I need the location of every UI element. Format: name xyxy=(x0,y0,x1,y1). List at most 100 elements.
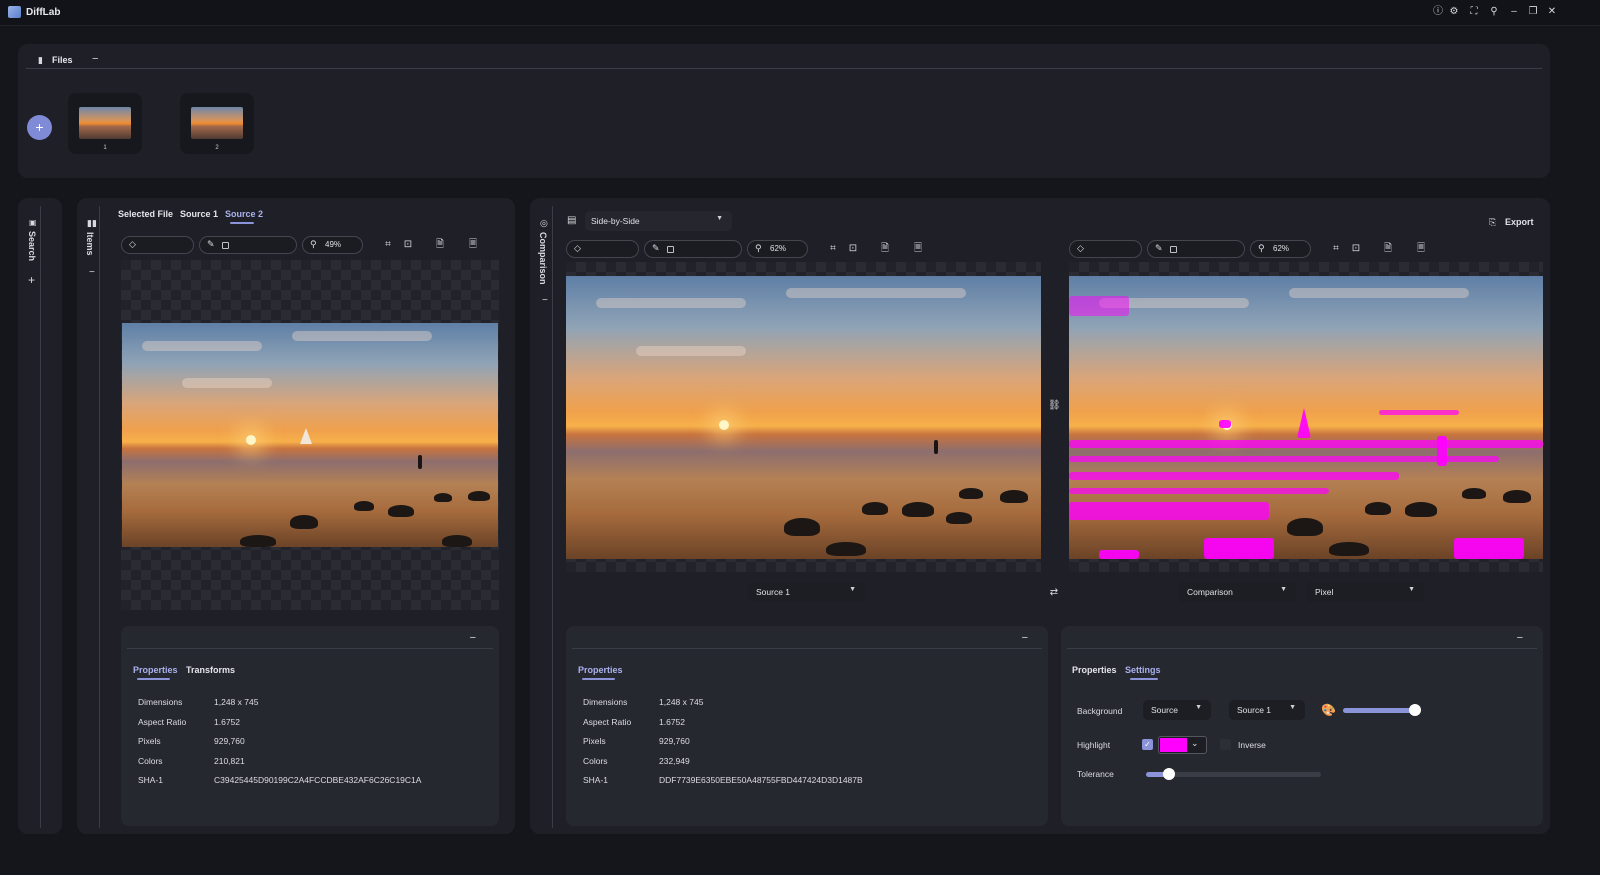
properties-collapse-button[interactable]: − xyxy=(1022,632,1028,644)
gear-icon[interactable]: ⚙ xyxy=(1448,6,1460,18)
chevron-down-icon: ▼ xyxy=(1280,586,1287,593)
prop-value: C39425445D90199C2A4FCCDBE432AF6C26C19C1A xyxy=(214,775,422,785)
inverse-label: Inverse xyxy=(1238,740,1266,750)
comparison-panel-icon: ◎ xyxy=(540,218,548,228)
search-label[interactable]: Search xyxy=(27,231,37,261)
zoom-icon: ⚲ xyxy=(310,239,317,249)
items-panel-icon: ▮▮ xyxy=(87,218,97,228)
inverse-checkbox[interactable] xyxy=(1220,739,1231,750)
zoom-field[interactable]: ⚲ 49% xyxy=(302,236,363,254)
prop-label: Aspect Ratio xyxy=(138,717,187,727)
background-dropdown[interactable]: Source ▼ xyxy=(1143,700,1211,720)
export-icon: ⎘ xyxy=(1489,217,1497,227)
highlight-color-picker[interactable]: ⌄ xyxy=(1158,736,1207,754)
tab-settings[interactable]: Settings xyxy=(1125,665,1161,675)
swatch-icon xyxy=(1170,246,1177,253)
fit-icon[interactable]: ⌗ xyxy=(1330,243,1342,255)
zoom-value: 49% xyxy=(325,240,342,249)
tab-selected-file[interactable]: Selected File xyxy=(118,209,173,219)
shape-selector[interactable]: ◇ xyxy=(121,236,194,254)
tolerance-slider[interactable] xyxy=(1146,768,1321,780)
divider xyxy=(572,648,1042,649)
copy-image-icon[interactable]: 🗏 xyxy=(1415,243,1427,255)
tolerance-label: Tolerance xyxy=(1077,769,1114,779)
copy-image-icon[interactable]: 🗏 xyxy=(467,239,479,251)
diff-region xyxy=(1204,538,1274,559)
export-button[interactable]: Export xyxy=(1505,217,1534,227)
minimize-icon[interactable]: – xyxy=(1508,6,1520,18)
color-picker-field[interactable]: ✎ xyxy=(644,240,742,258)
diff-method-dropdown[interactable]: Pixel ▼ xyxy=(1307,582,1424,602)
diff-region xyxy=(1379,410,1459,415)
file-thumbnail[interactable]: 2 xyxy=(180,93,254,154)
divider xyxy=(99,206,100,828)
swatch-icon xyxy=(222,242,229,249)
swatch-icon xyxy=(667,246,674,253)
pin-icon[interactable]: ⚲ xyxy=(1488,6,1500,18)
prop-value: 232,949 xyxy=(659,756,690,766)
eyedropper-icon: ✎ xyxy=(207,239,215,249)
tab-properties[interactable]: Properties xyxy=(133,665,178,675)
file-thumbnail[interactable]: 1 xyxy=(68,93,142,154)
highlight-color-swatch xyxy=(1160,738,1187,752)
close-icon[interactable]: ✕ xyxy=(1546,6,1558,18)
files-collapse-button[interactable]: − xyxy=(92,53,98,65)
zoom-field[interactable]: ⚲ 62% xyxy=(1250,240,1311,258)
actual-size-icon[interactable]: ⊡ xyxy=(402,239,414,251)
swap-icon[interactable]: ⇄ xyxy=(1048,587,1060,599)
info-icon[interactable]: ⓘ xyxy=(1432,6,1444,18)
items-label[interactable]: Items xyxy=(85,232,95,256)
comparison-image xyxy=(1069,276,1543,559)
slider-handle[interactable] xyxy=(1162,768,1175,780)
actual-size-icon[interactable]: ⊡ xyxy=(847,243,859,255)
color-picker-field[interactable]: ✎ xyxy=(1147,240,1245,258)
unlink-icon[interactable]: ⛓ xyxy=(1048,400,1061,412)
diff-region xyxy=(1069,296,1129,316)
prop-label: SHA-1 xyxy=(138,775,164,785)
left-source-dropdown[interactable]: Source 1 ▼ xyxy=(748,582,865,602)
diff-region xyxy=(1069,488,1329,494)
color-picker-field[interactable]: ✎ xyxy=(199,236,297,254)
diff-region xyxy=(1099,550,1139,559)
comparison-label[interactable]: Comparison xyxy=(538,232,548,285)
fullscreen-icon[interactable]: ⛶ xyxy=(1468,6,1480,18)
settings-collapse-button[interactable]: − xyxy=(1517,632,1523,644)
highlight-checkbox[interactable]: ✓ xyxy=(1142,739,1153,750)
mode-dropdown[interactable]: Side-by-Side ▼ xyxy=(585,211,732,231)
actual-size-icon[interactable]: ⊡ xyxy=(1350,243,1362,255)
eyedropper-icon: ✎ xyxy=(1155,243,1163,253)
fit-icon[interactable]: ⌗ xyxy=(382,239,394,251)
shape-selector[interactable]: ◇ xyxy=(1069,240,1142,258)
slider-handle[interactable] xyxy=(1408,704,1421,716)
save-image-icon[interactable]: 🗎 xyxy=(1382,243,1394,255)
tab-properties[interactable]: Properties xyxy=(1072,665,1117,675)
fit-icon[interactable]: ⌗ xyxy=(827,243,839,255)
search-add-button[interactable]: + xyxy=(28,273,35,287)
prop-label: Colors xyxy=(583,756,608,766)
tab-transforms[interactable]: Transforms xyxy=(186,665,235,675)
add-file-button[interactable]: + xyxy=(27,115,52,140)
save-image-icon[interactable]: 🗎 xyxy=(879,243,891,255)
save-image-icon[interactable]: 🗎 xyxy=(434,239,446,251)
tab-source-2[interactable]: Source 2 xyxy=(225,209,263,219)
background-source-dropdown[interactable]: Source 1 ▼ xyxy=(1229,700,1305,720)
items-collapse-button[interactable]: − xyxy=(89,267,95,278)
right-source-dropdown[interactable]: Comparison ▼ xyxy=(1179,582,1296,602)
chevron-down-icon: ▼ xyxy=(1195,704,1202,711)
properties-collapse-button[interactable]: − xyxy=(470,632,476,644)
source-image xyxy=(566,276,1041,559)
tab-properties[interactable]: Properties xyxy=(578,665,623,675)
copy-image-icon[interactable]: 🗏 xyxy=(912,243,924,255)
tab-source-1[interactable]: Source 1 xyxy=(180,209,218,219)
app-logo-icon xyxy=(8,6,21,18)
background-opacity-slider[interactable] xyxy=(1343,704,1421,716)
layout-icon: ▤ xyxy=(567,215,577,226)
diff-region xyxy=(1454,538,1524,559)
comparison-collapse-button[interactable]: − xyxy=(542,295,548,306)
active-tab-indicator xyxy=(582,678,615,680)
search-panel: ▣ Search + xyxy=(18,198,62,834)
diff-region xyxy=(1069,440,1543,448)
restore-icon[interactable]: ❐ xyxy=(1527,6,1539,18)
zoom-field[interactable]: ⚲ 62% xyxy=(747,240,808,258)
shape-selector[interactable]: ◇ xyxy=(566,240,639,258)
